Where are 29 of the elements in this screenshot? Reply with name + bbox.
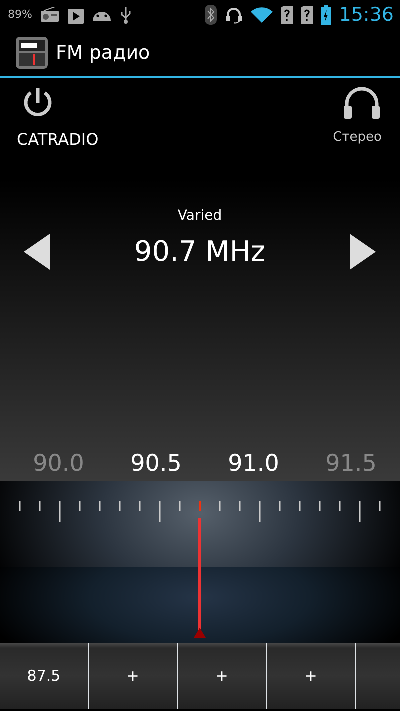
scale-label: 90.0 xyxy=(32,450,86,478)
battery-icon xyxy=(321,5,332,25)
play-icon xyxy=(68,6,84,24)
right-arrow-icon[interactable] xyxy=(350,234,376,270)
usb-icon xyxy=(120,6,132,24)
audio-mode-label: Стерео xyxy=(333,129,382,147)
radio-dial-icon[interactable] xyxy=(16,37,48,69)
tuning-dial[interactable] xyxy=(0,481,400,643)
battery-percent: 89% xyxy=(8,6,32,23)
scale-label: 91.5 xyxy=(324,450,378,478)
app-title: FM радио xyxy=(56,40,150,66)
radio-icon xyxy=(40,7,60,23)
sim-icon xyxy=(301,6,314,24)
frequency: 90.7 MHz xyxy=(134,234,266,270)
wifi-icon xyxy=(251,7,274,23)
preset-button[interactable]: + xyxy=(89,643,178,709)
preset-button[interactable]: + xyxy=(178,643,267,709)
station-name: CATRADIO xyxy=(17,129,99,151)
scale-label: 91.0 xyxy=(227,450,280,478)
scale-label: 90.5 xyxy=(130,450,183,478)
left-arrow-icon[interactable] xyxy=(24,234,50,270)
headset-icon xyxy=(225,6,244,24)
sim-icon xyxy=(281,6,294,24)
preset-button[interactable]: + xyxy=(267,643,356,709)
preset-button[interactable]: 87.5 xyxy=(0,643,89,709)
program-type: Varied xyxy=(178,207,222,226)
clock: 15:36 xyxy=(339,2,394,28)
bluetooth-icon xyxy=(205,5,218,25)
headphones-icon[interactable] xyxy=(343,86,381,120)
